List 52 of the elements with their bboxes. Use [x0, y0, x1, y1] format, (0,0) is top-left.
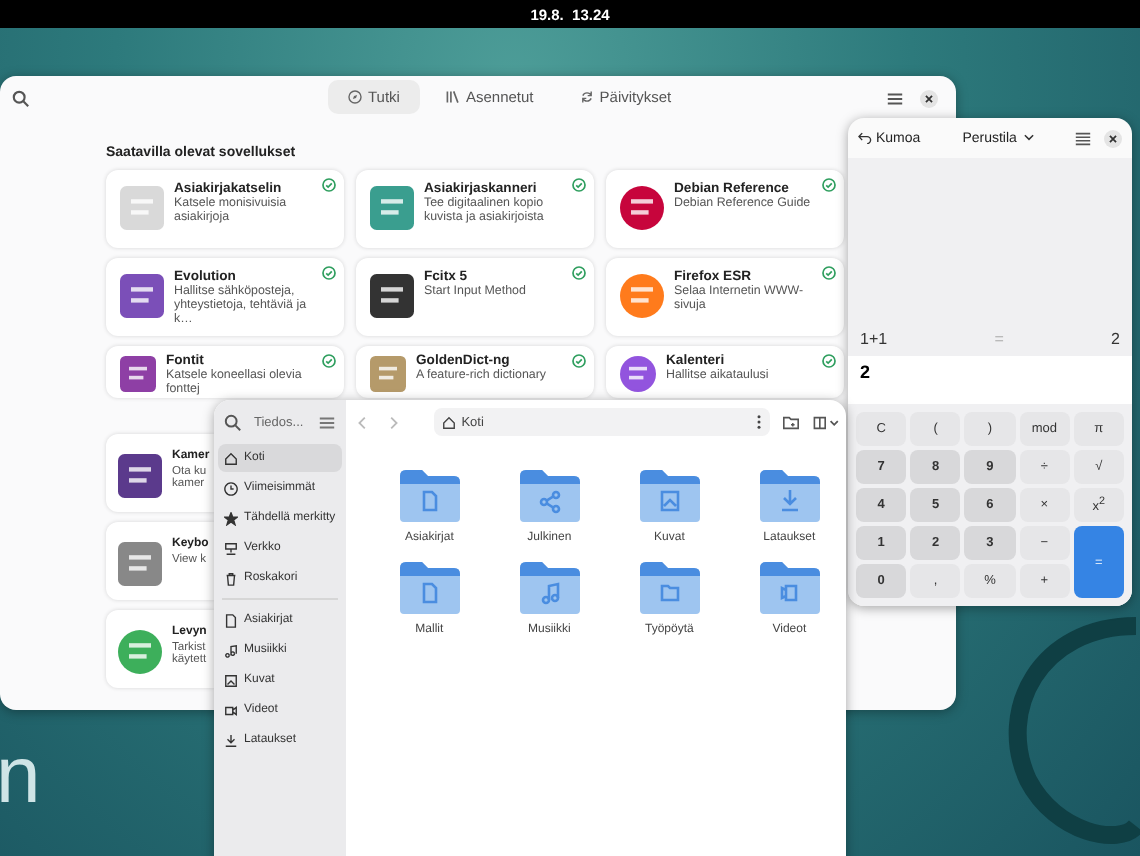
- chevron-down-icon: [1024, 134, 1035, 142]
- refresh-icon: [579, 90, 594, 104]
- history-row[interactable]: 1+1 = 2: [848, 330, 1132, 356]
- app-icon: [620, 274, 664, 318]
- expression-field[interactable]: 2: [848, 356, 1132, 404]
- image-icon: [224, 673, 238, 687]
- home-icon: [224, 451, 238, 465]
- app-icon: [620, 186, 664, 230]
- download-icon: [224, 733, 238, 747]
- app-icon: [370, 274, 414, 318]
- video-camera-icon: [224, 703, 238, 717]
- home-icon: [441, 415, 456, 429]
- folder-icon: [637, 560, 702, 616]
- folder-icon: [397, 468, 462, 524]
- app-icon: [620, 356, 656, 392]
- compass-icon: [348, 90, 362, 104]
- library-icon: [445, 90, 460, 104]
- more-options-icon[interactable]: [755, 414, 762, 430]
- folder-icon: [517, 468, 582, 524]
- star-icon: [224, 511, 238, 525]
- history-expression: 1+1: [860, 330, 888, 348]
- clock-icon: [224, 481, 238, 495]
- view-options-icon[interactable]: [811, 413, 842, 431]
- app-icon: [120, 186, 164, 230]
- app-icon: [120, 356, 156, 392]
- app-icon: [120, 274, 164, 318]
- menu-icon[interactable]: [886, 89, 904, 107]
- app-icon: [118, 454, 162, 498]
- document-icon: [224, 613, 238, 627]
- app-icon: [118, 630, 162, 674]
- folder-icon: [757, 560, 822, 616]
- folder-icon: [637, 468, 702, 524]
- equals-sign: =: [994, 330, 1004, 348]
- menu-icon[interactable]: [1074, 129, 1092, 147]
- monitor-icon: [224, 541, 238, 555]
- new-folder-icon[interactable]: [781, 413, 800, 431]
- search-icon[interactable]: [12, 89, 30, 107]
- menu-icon[interactable]: [317, 413, 336, 431]
- folder-icon: [517, 560, 582, 616]
- trash-icon: [224, 571, 238, 585]
- search-icon[interactable]: [224, 413, 242, 431]
- undo-icon: [858, 132, 872, 144]
- close-icon[interactable]: [1104, 129, 1122, 147]
- wallpaper-text: n: [0, 736, 41, 816]
- app-icon: [370, 186, 414, 230]
- app-icon: [370, 356, 406, 392]
- close-icon[interactable]: [920, 89, 938, 107]
- app-icon: [118, 542, 162, 586]
- folder-icon: [757, 468, 822, 524]
- history-result: 2: [1111, 330, 1120, 348]
- music-note-icon: [224, 643, 238, 657]
- folder-icon: [397, 560, 462, 616]
